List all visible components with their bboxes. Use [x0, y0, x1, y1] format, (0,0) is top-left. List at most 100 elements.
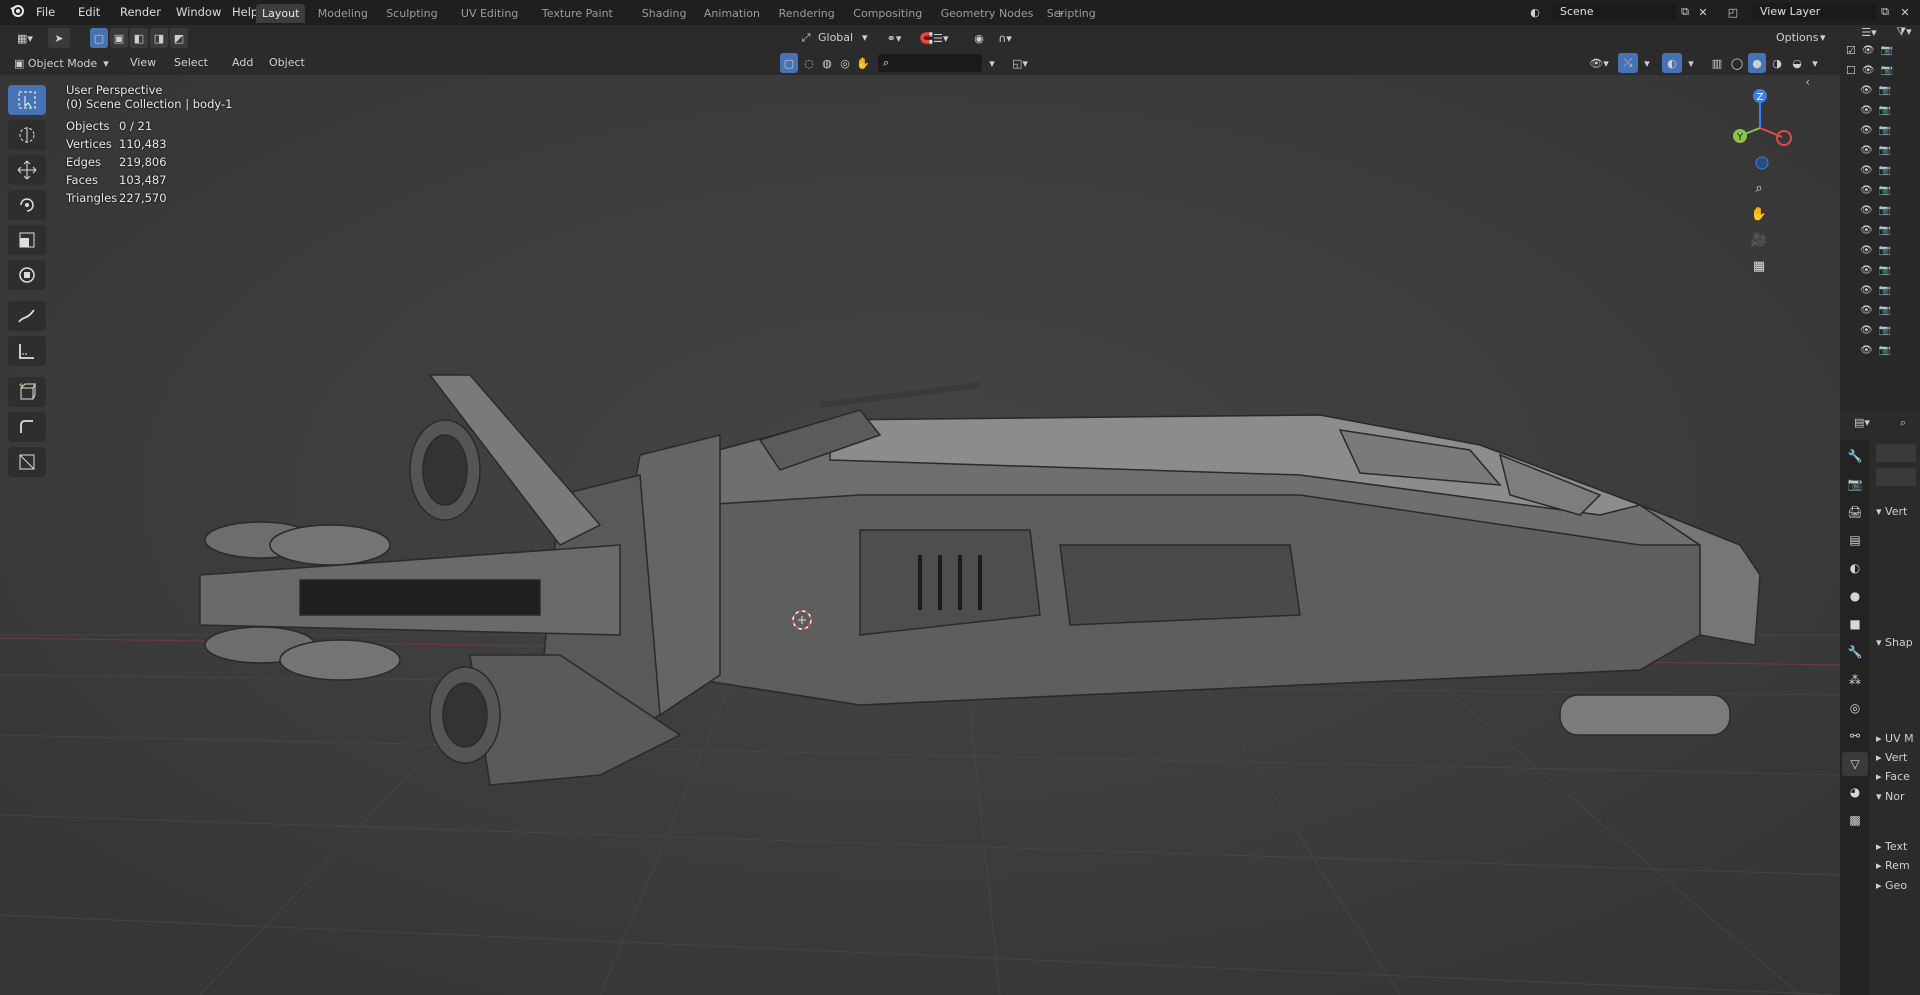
camera-icon[interactable]: 📷 [1879, 185, 1891, 196]
select-intersect-icon[interactable]: ◩ [170, 28, 188, 48]
outliner-row[interactable]: 👁 📷 [1840, 320, 1920, 340]
menu-edit[interactable]: Edit [72, 3, 106, 21]
constraints-tab-icon[interactable]: ⚯ [1842, 724, 1868, 748]
filter-icon[interactable]: ⧩▾ [1892, 22, 1916, 42]
workspace-tab-layout[interactable]: Layout [256, 4, 306, 23]
outliner-row[interactable]: ☑ 👁 📷 [1840, 40, 1920, 60]
chevron-down-icon[interactable]: ▾ [1684, 53, 1698, 73]
collapse-chevron-icon[interactable]: ‹ [1805, 75, 1810, 89]
menu-window[interactable]: Window [170, 3, 227, 21]
workspace-tab-compositing[interactable]: Compositing [847, 4, 928, 23]
navigation-gizmo[interactable]: Z Y [1720, 83, 1800, 173]
proportional-editing-icon[interactable]: ◉ [970, 28, 988, 48]
outliner-type-icon[interactable]: ☰▾ [1854, 22, 1884, 42]
eye-icon[interactable]: 👁 [1860, 225, 1873, 236]
orientation-label[interactable]: Global [818, 31, 853, 44]
zoom-icon[interactable]: ⌕ [1748, 177, 1770, 199]
visibility-icon[interactable]: 👁▾ [1584, 53, 1614, 73]
workspace-tab-rendering[interactable]: Rendering [773, 4, 841, 23]
chevron-down-icon[interactable]: ▾ [1640, 53, 1654, 73]
delete-view-layer-icon[interactable]: ✕ [1896, 2, 1914, 22]
outliner-row[interactable]: 👁 📷 [1840, 280, 1920, 300]
select-invert-icon[interactable]: ◨ [150, 28, 168, 48]
camera-icon[interactable]: 📷 [1879, 85, 1891, 96]
solid-shading-icon[interactable]: ● [1748, 53, 1766, 73]
eye-icon[interactable]: 👁 [1860, 345, 1873, 356]
camera-icon[interactable]: 📷 [1879, 145, 1891, 156]
select-new-icon[interactable]: ▢ [90, 28, 108, 48]
select-box-tool[interactable] [8, 85, 46, 115]
texture-tab-icon[interactable]: ▩ [1842, 808, 1868, 832]
data-block-selector-2[interactable] [1876, 468, 1916, 486]
camera-icon[interactable]: 📷 [1881, 45, 1893, 56]
transform-tool[interactable] [8, 260, 46, 290]
outliner-row[interactable]: 👁 📷 [1840, 260, 1920, 280]
eye-icon[interactable]: 👁 [1860, 85, 1873, 96]
data-block-selector[interactable] [1876, 444, 1916, 462]
object-tab-icon[interactable]: ■ [1842, 612, 1868, 636]
gizmo-move-icon[interactable]: ◌ [800, 53, 818, 73]
camera-icon[interactable]: 📷 [1879, 345, 1891, 356]
outliner-row[interactable]: 👁 📷 [1840, 220, 1920, 240]
new-scene-icon[interactable]: ⧉ [1676, 2, 1694, 22]
menu-render[interactable]: Render [114, 3, 167, 21]
pan-hand-icon[interactable]: ✋ [1748, 203, 1770, 225]
outliner-row[interactable]: 👁 📷 [1840, 120, 1920, 140]
view-layer-tab-icon[interactable]: ▤ [1842, 528, 1868, 552]
camera-icon[interactable]: 📷 [1879, 325, 1891, 336]
eye-icon[interactable]: 👁 [1860, 265, 1873, 276]
camera-icon[interactable]: 📷 [1879, 265, 1891, 276]
properties-section[interactable]: ▸ Geo [1876, 879, 1907, 892]
blender-logo-icon[interactable] [4, 3, 26, 21]
properties-section[interactable]: ▸ Vert [1876, 751, 1907, 764]
properties-section[interactable]: ▸ Rem [1876, 859, 1910, 872]
3d-viewport[interactable]: User Perspective (0) Scene Collection | … [0, 75, 1840, 995]
workspace-tab-sculpting[interactable]: Sculpting [380, 4, 443, 23]
workspace-tab-modeling[interactable]: Modeling [312, 4, 374, 23]
header-menu-object[interactable]: Object [269, 56, 305, 69]
properties-section[interactable]: ▸ UV M [1876, 732, 1914, 745]
workspace-tab-geometry-nodes[interactable]: Geometry Nodes [935, 4, 1040, 23]
gizmo-rotate-icon[interactable]: ◍ [818, 53, 836, 73]
outliner-row[interactable]: 👁 📷 [1840, 200, 1920, 220]
exclude-checkbox[interactable]: ☑ [1846, 44, 1856, 57]
eye-icon[interactable]: 👁 [1860, 185, 1873, 196]
show-gizmo-icon[interactable]: ⤯ [1618, 53, 1638, 73]
workspace-tab-texture-paint[interactable]: Texture Paint [536, 4, 619, 23]
outliner-row[interactable]: 👁 📷 [1840, 80, 1920, 100]
editor-type-icon[interactable]: ▦▾ [10, 28, 40, 48]
chevron-down-icon[interactable]: ▾ [1820, 31, 1826, 44]
physics-tab-icon[interactable]: ◎ [1842, 696, 1868, 720]
wireframe-shading-icon[interactable]: ◯ [1728, 53, 1746, 73]
snap-target-icon[interactable]: ◱▾ [1006, 53, 1034, 73]
outliner-row[interactable]: 👁 📷 [1840, 300, 1920, 320]
viewport-search-input[interactable]: ⌕ [878, 54, 982, 72]
render-tab-icon[interactable]: 📷 [1842, 472, 1868, 496]
header-menu-add[interactable]: Add [232, 56, 253, 69]
eye-icon[interactable]: 👁 [1862, 45, 1875, 56]
eye-icon[interactable]: 👁 [1860, 245, 1873, 256]
menu-file[interactable]: File [30, 3, 61, 21]
outliner-row[interactable]: 👁 📷 [1840, 340, 1920, 360]
perspective-toggle-icon[interactable]: ▦ [1748, 255, 1770, 277]
properties-type-icon[interactable]: ▤▾ [1854, 416, 1870, 429]
scene-tab-icon[interactable]: ◐ [1842, 556, 1868, 580]
eye-icon[interactable]: 👁 [1860, 325, 1873, 336]
camera-icon[interactable]: 📷 [1879, 225, 1891, 236]
eye-icon[interactable]: 👁 [1860, 205, 1873, 216]
rotate-tool[interactable] [8, 190, 46, 220]
camera-icon[interactable]: 📷 [1879, 305, 1891, 316]
mesh-data-tab-icon[interactable]: ▽ [1842, 752, 1868, 776]
properties-section[interactable]: ▸ Face [1876, 770, 1910, 783]
scene-icon[interactable]: ◐ [1524, 2, 1546, 22]
shear-tool[interactable] [8, 412, 46, 442]
outliner-row[interactable]: 👁 📷 [1840, 140, 1920, 160]
chevron-down-icon[interactable]: ▾ [984, 53, 1000, 73]
camera-icon[interactable]: 📷 [1879, 165, 1891, 176]
select-mode-icon[interactable]: ▢ [780, 53, 798, 73]
view-layer-icon[interactable]: ◰ [1722, 2, 1744, 22]
tool-tab-icon[interactable]: 🔧 [1842, 444, 1868, 468]
world-tab-icon[interactable]: ● [1842, 584, 1868, 608]
bisect-tool[interactable] [8, 447, 46, 477]
modifier-tab-icon[interactable]: 🔧 [1842, 640, 1868, 664]
